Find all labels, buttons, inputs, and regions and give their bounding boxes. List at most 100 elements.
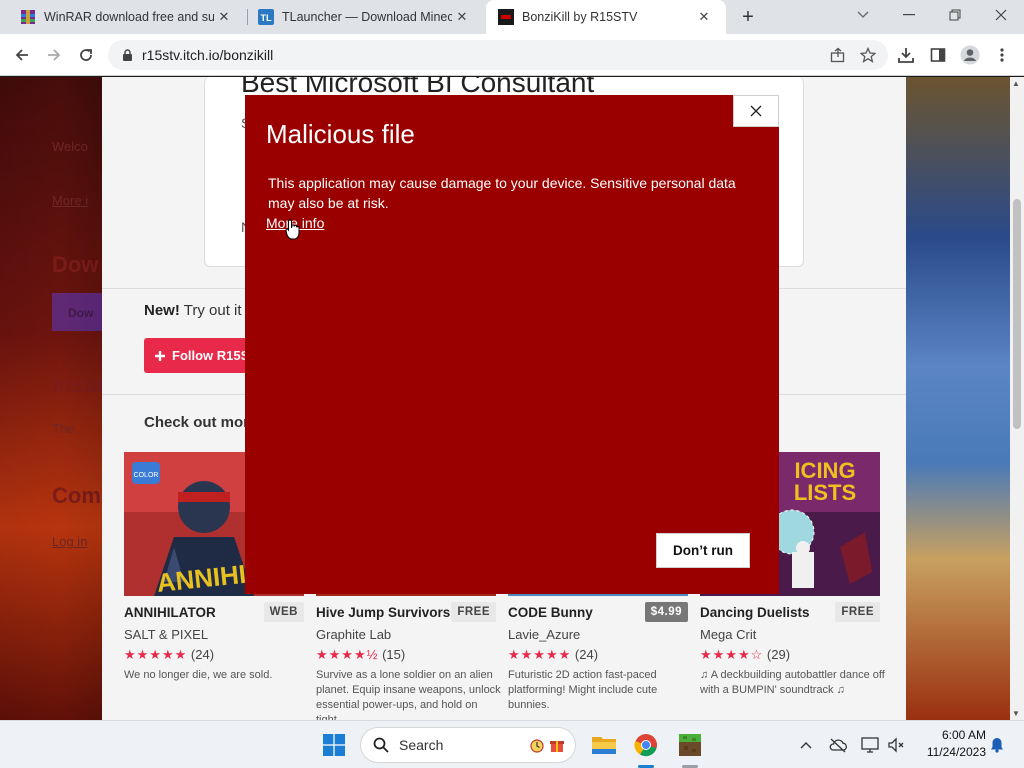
forward-button[interactable] bbox=[42, 43, 66, 67]
file-explorer-icon[interactable] bbox=[588, 729, 620, 761]
game-description: We no longer die, we are sold. bbox=[124, 669, 273, 681]
minecraft-icon[interactable] bbox=[674, 729, 706, 761]
search-icon bbox=[373, 737, 389, 753]
new-tab-button[interactable]: + bbox=[737, 6, 759, 28]
show-hidden-icons-chevron-icon[interactable] bbox=[796, 733, 816, 757]
game-rating: ★★★★☆ (29) bbox=[700, 647, 790, 663]
display-icon[interactable] bbox=[858, 733, 882, 757]
game-title[interactable]: Dancing Duelists bbox=[700, 605, 810, 620]
close-window-button[interactable] bbox=[978, 0, 1024, 30]
game-rating: ★★★★★ (24) bbox=[124, 647, 214, 663]
tab-bonzikill[interactable]: BonziKill by R15STV ✕ bbox=[486, 0, 726, 34]
bg-text: Com bbox=[52, 483, 101, 508]
tab-title: TLauncher — Download Minecr bbox=[282, 10, 452, 24]
rating-count: (24) bbox=[574, 647, 599, 662]
game-author[interactable]: Lavie_Azure bbox=[508, 627, 580, 642]
downloads-icon[interactable] bbox=[894, 43, 918, 67]
svg-text:COLOR: COLOR bbox=[134, 472, 159, 479]
check-more-heading: Check out more bbox=[144, 414, 258, 431]
minimize-button[interactable] bbox=[886, 0, 932, 30]
bg-text: Log in bbox=[52, 534, 88, 549]
page-background-right bbox=[906, 77, 1010, 720]
rating-count: (29) bbox=[766, 647, 791, 662]
start-windows-icon[interactable] bbox=[318, 729, 350, 761]
reload-button[interactable] bbox=[74, 43, 98, 67]
price-badge: $4.99 bbox=[644, 602, 688, 622]
chrome-icon[interactable] bbox=[630, 729, 662, 761]
game-author[interactable]: SALT & PIXEL bbox=[124, 627, 208, 642]
game-author[interactable]: Mega Crit bbox=[700, 627, 756, 642]
game-description: Futuristic 2D action fast-paced platform… bbox=[508, 669, 658, 711]
clock-time: 6:00 AM bbox=[941, 728, 986, 742]
plus-icon bbox=[155, 350, 165, 361]
rating-stars-icon: ★★★★☆ bbox=[700, 647, 764, 662]
bg-text: More i bbox=[52, 193, 89, 208]
screen: WinRAR download free and sup ✕ TL TLaunc… bbox=[0, 0, 1024, 768]
game-title[interactable]: Hive Jump Survivors bbox=[316, 605, 450, 620]
side-panel-icon[interactable] bbox=[926, 43, 950, 67]
bonzikill-favicon bbox=[498, 9, 514, 25]
scroll-up-icon[interactable]: ▲ bbox=[1012, 79, 1020, 88]
tab-search-icon[interactable] bbox=[840, 0, 886, 30]
bookmark-star-icon[interactable] bbox=[859, 46, 877, 68]
rating-count: (24) bbox=[190, 647, 215, 662]
follow-button[interactable]: Follow R15S bbox=[144, 338, 254, 373]
price-badge: FREE bbox=[835, 602, 880, 622]
volume-muted-icon[interactable] bbox=[884, 733, 908, 757]
game-description: Survive as a lone soldier on an alien pl… bbox=[316, 669, 501, 720]
bg-text: The bbox=[52, 421, 75, 436]
bg-text: Welco bbox=[52, 139, 88, 154]
browser-toolbar: r15stv.itch.io/bonzikill bbox=[0, 34, 1024, 76]
rating-count: (15) bbox=[382, 647, 406, 662]
svg-text:LISTS: LISTS bbox=[794, 480, 856, 505]
tab-title: WinRAR download free and sup bbox=[44, 10, 214, 24]
game-title[interactable]: CODE Bunny bbox=[508, 605, 593, 620]
bg-text: Dow bbox=[52, 252, 99, 277]
close-tab-icon[interactable]: ✕ bbox=[452, 7, 472, 27]
game-title[interactable]: ANNIHILATOR bbox=[124, 605, 216, 620]
page-background-left: Welco More i Dow Dow Insta The Com Log i… bbox=[0, 77, 103, 720]
share-icon[interactable] bbox=[830, 47, 846, 68]
onedrive-offline-icon[interactable] bbox=[826, 733, 850, 757]
close-icon bbox=[750, 105, 762, 117]
url-text: r15stv.itch.io/bonzikill bbox=[142, 47, 274, 63]
rating-stars-icon: ★★★★★ bbox=[124, 647, 188, 662]
restore-button[interactable] bbox=[932, 0, 978, 30]
winrar-icon bbox=[20, 9, 36, 25]
taskbar: Search 6:00 AM 11/24/2023 bbox=[0, 720, 1024, 768]
scrollbar-thumb[interactable] bbox=[1013, 199, 1021, 429]
new-promo-line: New! Try out it bbox=[144, 302, 242, 319]
menu-kebab-icon[interactable] bbox=[990, 43, 1014, 67]
profile-avatar[interactable] bbox=[958, 43, 982, 67]
close-tab-icon[interactable]: ✕ bbox=[214, 7, 234, 27]
game-rating: ★★★★½ (15) bbox=[316, 647, 405, 663]
tab-tlauncher[interactable]: TL TLauncher — Download Minecr ✕ bbox=[238, 0, 484, 34]
back-button[interactable] bbox=[10, 43, 34, 67]
new-text: Try out it bbox=[183, 302, 242, 319]
vertical-scrollbar[interactable]: ▲ ▼ bbox=[1010, 77, 1024, 720]
hand-cursor-icon bbox=[285, 219, 301, 246]
close-tab-icon[interactable]: ✕ bbox=[694, 7, 714, 27]
tlauncher-icon: TL bbox=[258, 9, 274, 25]
dont-run-button[interactable]: Don’t run bbox=[656, 533, 750, 568]
rating-stars-icon: ★★★★★ bbox=[508, 647, 572, 662]
address-bar[interactable]: r15stv.itch.io/bonzikill bbox=[108, 40, 888, 70]
follow-label: Follow R15S bbox=[172, 348, 250, 363]
tab-winrar[interactable]: WinRAR download free and sup ✕ bbox=[0, 0, 246, 34]
dialog-close-button[interactable] bbox=[733, 95, 779, 127]
new-label: New! bbox=[144, 302, 180, 319]
lock-icon[interactable] bbox=[120, 48, 134, 62]
dialog-title: Malicious file bbox=[266, 119, 415, 149]
notification-bell-icon[interactable] bbox=[986, 733, 1008, 757]
taskbar-search[interactable]: Search bbox=[360, 727, 576, 763]
game-rating: ★★★★★ (24) bbox=[508, 647, 598, 663]
game-author[interactable]: Graphite Lab bbox=[316, 627, 391, 642]
tab-title: BonziKill by R15STV bbox=[522, 10, 638, 24]
svg-text:TL: TL bbox=[261, 13, 272, 23]
scroll-down-icon[interactable]: ▼ bbox=[1012, 709, 1020, 718]
search-highlight-icon bbox=[529, 737, 565, 753]
dialog-message: This application may cause damage to you… bbox=[268, 175, 736, 211]
rating-stars-icon: ★★★★½ bbox=[316, 647, 379, 662]
tab-strip: WinRAR download free and sup ✕ TL TLaunc… bbox=[0, 0, 1024, 34]
system-clock[interactable]: 6:00 AM 11/24/2023 bbox=[916, 727, 986, 761]
